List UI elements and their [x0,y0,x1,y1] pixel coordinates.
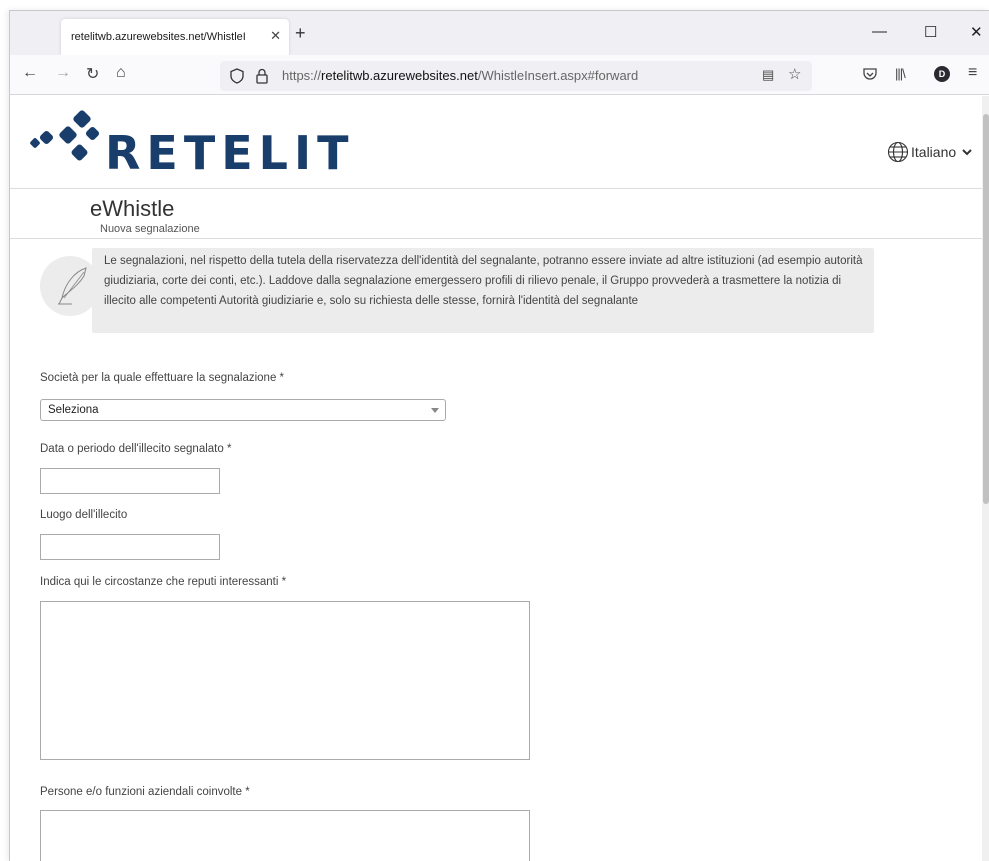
company-label: Società per la quale effettuare la segna… [40,372,285,384]
url-prefix: https:// [282,68,322,83]
lock-icon[interactable] [256,68,268,84]
globe-icon [887,141,909,163]
scrollbar-thumb[interactable] [983,114,989,504]
circumstances-textarea[interactable] [40,601,530,760]
tab-strip: retelitwb.azurewebsites.net/WhistleI ✕ +… [10,11,989,55]
persons-label: Persone e/o funzioni aziendali coinvolte… [40,786,250,798]
maximize-icon[interactable]: ☐ [924,23,937,41]
url-text[interactable]: https://retelitwb.azurewebsites.net/Whis… [282,68,638,83]
browser-tab[interactable]: retelitwb.azurewebsites.net/WhistleI ✕ [61,19,289,55]
browser-window: retelitwb.azurewebsites.net/WhistleI ✕ +… [9,10,989,861]
navigation-bar: ← → ↻ ⌂ https://retelitwb.azurewebsites.… [10,55,989,95]
place-label: Luogo dell'illecito [40,509,128,521]
bookmark-star-icon[interactable]: ☆ [788,65,801,83]
place-field[interactable] [40,534,220,560]
close-tab-icon[interactable]: ✕ [270,28,281,44]
language-label: Italiano [911,144,957,160]
home-icon[interactable]: ⌂ [116,64,126,82]
subheader-divider [10,238,982,239]
retelit-logo-mark-icon [30,110,100,161]
account-avatar[interactable]: D [934,66,950,82]
back-icon[interactable]: ← [22,64,38,82]
company-select-value: Seleziona [48,404,99,416]
menu-icon[interactable]: ≡ [968,64,977,82]
persons-textarea[interactable] [40,810,530,861]
circumstances-label: Indica qui le circostanze che reputi int… [40,576,287,588]
close-window-icon[interactable]: ✕ [970,23,983,41]
date-field[interactable] [40,468,220,494]
tab-title: retelitwb.azurewebsites.net/WhistleI [71,31,246,43]
page-scrollbar[interactable] [982,96,989,861]
language-selector[interactable]: Italiano [887,141,972,163]
minimize-icon[interactable]: — [872,23,887,40]
url-domain: retelitwb.azurewebsites.net [321,68,478,83]
dropdown-arrow-icon [431,408,439,413]
shield-icon[interactable] [230,68,244,84]
page-subtitle: Nuova segnalazione [100,223,200,235]
company-select[interactable]: Seleziona [40,399,446,421]
privacy-notice: Le segnalazioni, nel rispetto della tute… [92,248,874,333]
reader-view-icon[interactable]: ▤ [762,67,774,83]
feather-pen-icon [58,267,87,305]
web-page: RETELIT Italiano eWhistle Nuova segnalaz… [10,96,982,861]
forward-icon[interactable]: → [55,64,71,82]
library-icon[interactable]: |||\ [895,66,906,81]
url-bar[interactable]: https://retelitwb.azurewebsites.net/Whis… [220,61,812,91]
date-label: Data o periodo dell'illecito segnalato * [40,443,232,455]
chevron-down-icon [962,149,972,156]
pocket-icon[interactable] [863,68,877,81]
new-tab-icon[interactable]: + [295,23,306,44]
reload-icon[interactable]: ↻ [86,64,99,84]
url-path: /WhistleInsert.aspx#forward [477,68,639,83]
header-divider [10,188,982,189]
retelit-logo-text: RETELIT [105,126,355,180]
page-title: eWhistle [90,196,175,221]
